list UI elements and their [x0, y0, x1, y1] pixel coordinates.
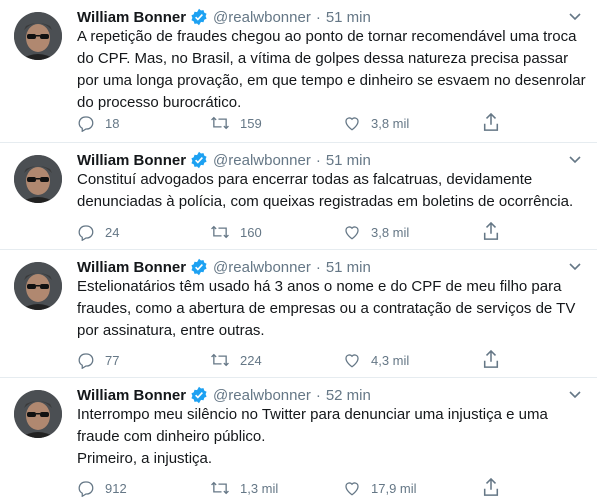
retweet-icon: [211, 116, 229, 130]
share-icon[interactable]: [482, 112, 500, 137]
reply-button[interactable]: 18: [77, 114, 210, 132]
like-count: 3,8 mil: [371, 224, 410, 240]
retweet-icon: [211, 353, 229, 367]
reply-icon: [78, 481, 94, 497]
reply-icon: [78, 353, 94, 369]
tweet[interactable]: William Bonner @realwbonner · 52 min Int…: [0, 378, 597, 504]
heart-icon: [345, 482, 359, 496]
verified-badge-icon: [190, 258, 208, 276]
like-count: 17,9 mil: [371, 480, 417, 496]
share-icon[interactable]: [482, 477, 500, 502]
retweet-icon: [211, 225, 229, 239]
tweet-text: Estelionatários têm usado há 3 anos o no…: [77, 278, 576, 339]
heart-icon: [345, 226, 359, 240]
tweet-time[interactable]: 51 min: [326, 9, 371, 26]
tweet-text: Constituí advogados para encerrar todas …: [77, 171, 574, 210]
retweet-button[interactable]: 159: [210, 114, 343, 132]
avatar[interactable]: [14, 155, 62, 203]
retweet-button[interactable]: 1,3 mil: [210, 479, 343, 497]
avatar[interactable]: [14, 12, 62, 60]
tweet[interactable]: William Bonner @realwbonner · 51 min Est…: [0, 250, 597, 378]
like-button[interactable]: 3,8 mil: [343, 114, 476, 132]
author-handle[interactable]: @realwbonner: [213, 152, 311, 169]
reply-button[interactable]: 24: [77, 223, 210, 241]
author-name[interactable]: William Bonner: [77, 9, 186, 26]
like-button[interactable]: 3,8 mil: [343, 223, 476, 241]
tweet-text: A repetição de fraudes chegou ao ponto d…: [77, 28, 586, 111]
retweet-button[interactable]: 224: [210, 351, 343, 369]
heart-icon: [345, 117, 359, 131]
reply-count: 77: [105, 352, 120, 368]
retweet-count: 159: [240, 115, 262, 131]
like-button[interactable]: 17,9 mil: [343, 479, 476, 497]
author-handle[interactable]: @realwbonner: [213, 9, 311, 26]
avatar[interactable]: [14, 390, 62, 438]
reply-count: 912: [105, 480, 127, 496]
reply-icon: [78, 116, 94, 132]
author-name[interactable]: William Bonner: [77, 387, 186, 404]
like-count: 3,8 mil: [371, 115, 410, 131]
tweet[interactable]: William Bonner @realwbonner · 51 min Con…: [0, 143, 597, 250]
tweet-time[interactable]: 52 min: [326, 387, 371, 404]
tweet-time[interactable]: 51 min: [326, 152, 371, 169]
retweet-button[interactable]: 160: [210, 223, 343, 241]
author-name[interactable]: William Bonner: [77, 152, 186, 169]
separator-dot: ·: [315, 258, 321, 276]
like-count: 4,3 mil: [371, 352, 410, 368]
tweet[interactable]: William Bonner @realwbonner · 51 min A r…: [0, 0, 597, 143]
separator-dot: ·: [315, 151, 321, 169]
retweet-count: 224: [240, 352, 262, 368]
retweet-count: 1,3 mil: [240, 480, 279, 496]
verified-badge-icon: [190, 386, 208, 404]
reply-button[interactable]: 77: [77, 351, 210, 369]
reply-button[interactable]: 912: [77, 479, 210, 497]
separator-dot: ·: [315, 386, 321, 404]
separator-dot: ·: [315, 8, 321, 26]
author-handle[interactable]: @realwbonner: [213, 387, 311, 404]
reply-count: 24: [105, 224, 120, 240]
share-icon[interactable]: [482, 221, 500, 246]
share-icon[interactable]: [482, 349, 500, 374]
like-button[interactable]: 4,3 mil: [343, 351, 476, 369]
reply-count: 18: [105, 115, 120, 131]
heart-icon: [345, 354, 359, 368]
reply-icon: [78, 225, 94, 241]
retweet-icon: [211, 481, 229, 495]
author-name[interactable]: William Bonner: [77, 259, 186, 276]
verified-badge-icon: [190, 8, 208, 26]
tweet-text: Interrompo meu silêncio no Twitter para …: [77, 406, 548, 467]
retweet-count: 160: [240, 224, 262, 240]
tweet-time[interactable]: 51 min: [326, 259, 371, 276]
author-handle[interactable]: @realwbonner: [213, 259, 311, 276]
verified-badge-icon: [190, 151, 208, 169]
avatar[interactable]: [14, 262, 62, 310]
